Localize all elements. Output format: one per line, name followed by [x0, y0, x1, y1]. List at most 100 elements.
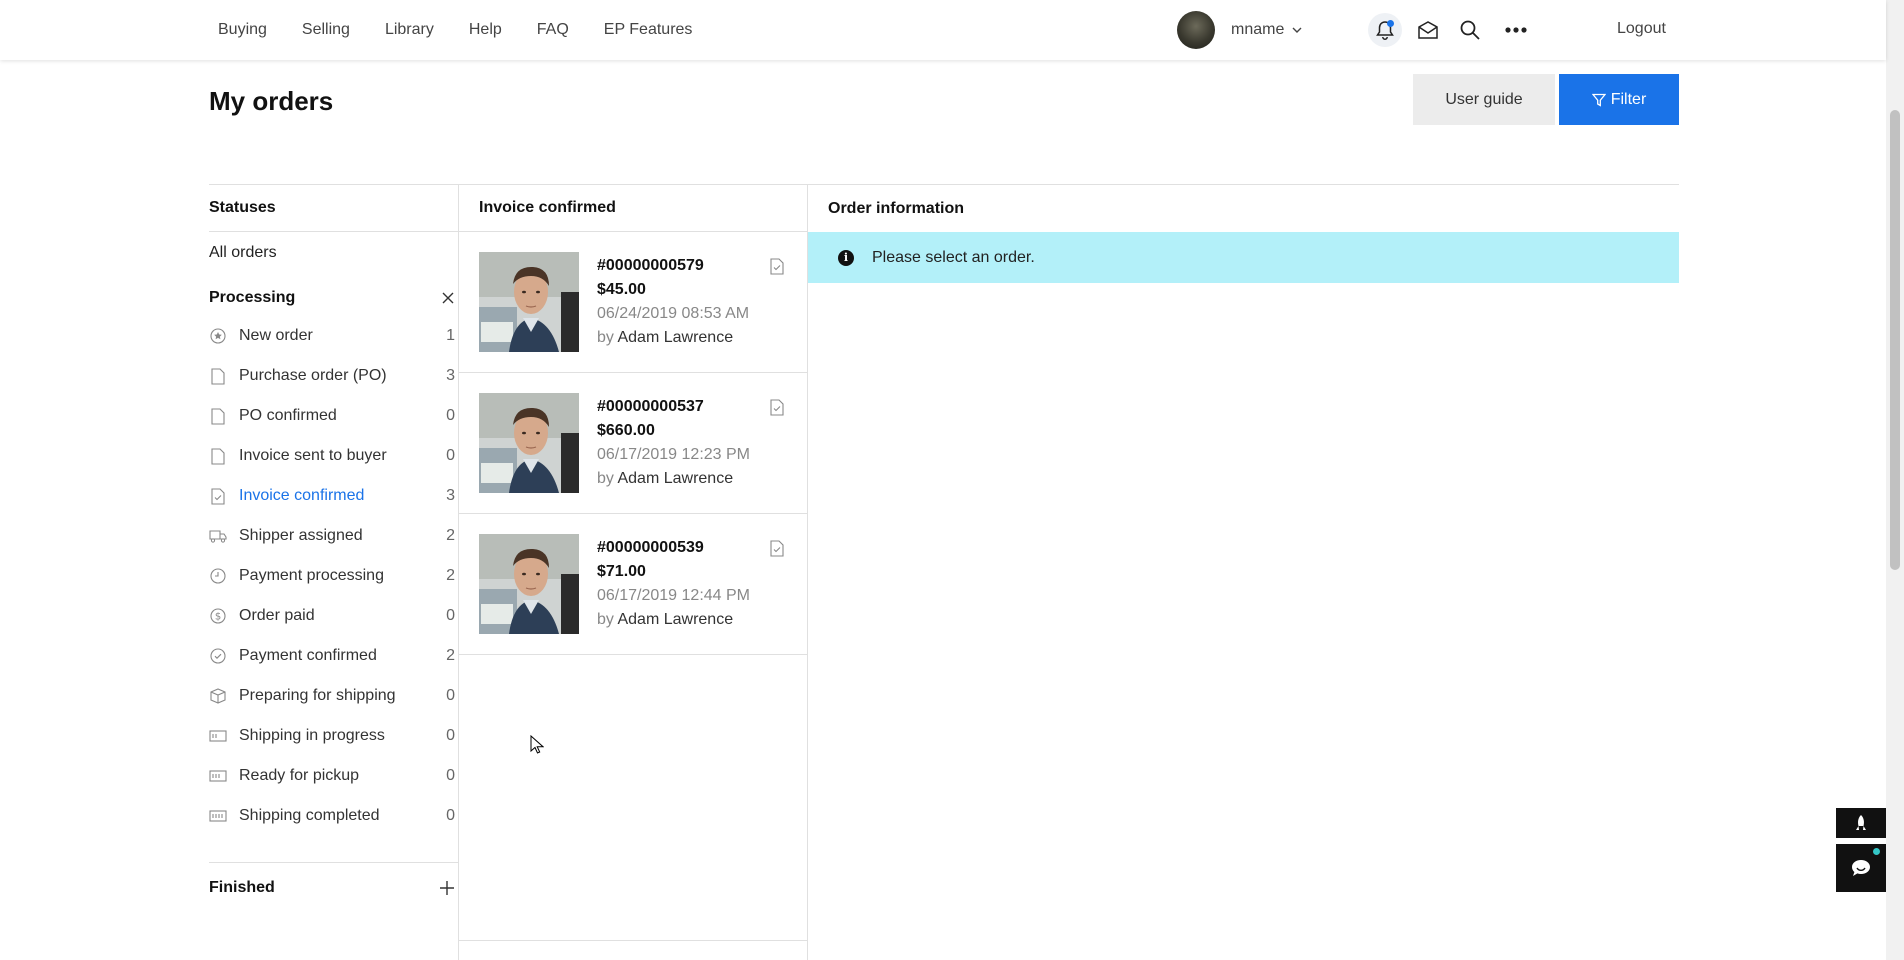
buyer-name: Adam Lawrence [617, 470, 734, 487]
messages-button[interactable] [1411, 13, 1445, 47]
nav-selling[interactable]: Selling [302, 21, 350, 39]
order-price: $660.00 [597, 422, 655, 439]
more-icon [1505, 27, 1527, 33]
order-buyer-line: by Adam Lawrence [597, 467, 750, 491]
status-label: PO confirmed [239, 407, 337, 424]
document-icon [209, 367, 227, 385]
status-item-purchase-order-po[interactable]: Purchase order (PO) 3 [209, 356, 458, 396]
filter-button[interactable]: Filter [1559, 74, 1679, 125]
more-button[interactable] [1499, 13, 1533, 47]
processing-group-header[interactable]: Processing [209, 286, 458, 310]
notifications-button[interactable] [1368, 13, 1402, 47]
status-label: Payment confirmed [239, 647, 377, 664]
status-item-new-order[interactable]: New order 1 [209, 316, 458, 356]
scrollbar-thumb[interactable] [1890, 110, 1900, 570]
order-list: #00000000579 $45.00 06/24/2019 08:53 AM by … [459, 232, 807, 655]
check-circle-icon [209, 647, 227, 665]
order-number: #00000000539 [597, 539, 704, 556]
dollar-circle-icon: $ [209, 607, 227, 625]
nav-buying[interactable]: Buying [218, 21, 267, 39]
status-count: 0 [446, 447, 455, 464]
top-navigation-bar: Buying Selling Library Help FAQ EP Featu… [0, 0, 1886, 60]
svg-text:$: $ [215, 612, 221, 623]
user-guide-button[interactable]: User guide [1413, 74, 1555, 125]
status-label: Purchase order (PO) [239, 367, 387, 384]
status-item-payment-confirmed[interactable]: Payment confirmed 2 [209, 636, 458, 676]
status-label: Shipper assigned [239, 527, 363, 544]
truck-icon [209, 527, 227, 545]
order-card[interactable]: #00000000579 $45.00 06/24/2019 08:53 AM by … [459, 232, 807, 373]
filter-button-label: Filter [1610, 90, 1647, 108]
order-buyer-line: by Adam Lawrence [597, 326, 749, 350]
document-check-icon [770, 540, 784, 557]
by-label: by [597, 611, 614, 628]
buyer-name: Adam Lawrence [617, 611, 734, 628]
status-item-invoice-confirmed[interactable]: Invoice confirmed 3 [209, 476, 458, 516]
nav-ep-features[interactable]: EP Features [604, 21, 693, 39]
order-date: 06/17/2019 12:23 PM [597, 446, 751, 463]
box-icon [209, 687, 227, 705]
order-price: $45.00 [597, 281, 646, 298]
order-product-image [479, 393, 579, 493]
status-item-ready-for-pickup[interactable]: Ready for pickup 0 [209, 756, 458, 796]
search-button[interactable] [1453, 13, 1487, 47]
status-item-payment-processing[interactable]: Payment processing 2 [209, 556, 458, 596]
plus-icon[interactable] [440, 881, 454, 895]
online-indicator [1873, 848, 1880, 855]
order-date: 06/24/2019 08:53 AM [597, 305, 750, 322]
main-nav: Buying Selling Library Help FAQ EP Featu… [218, 0, 727, 60]
nav-library[interactable]: Library [385, 21, 434, 39]
order-price: $71.00 [597, 563, 646, 580]
all-orders-link[interactable]: All orders [209, 244, 458, 274]
divider [209, 862, 458, 863]
username: mname [1231, 21, 1285, 38]
status-count: 0 [446, 407, 455, 424]
status-item-preparing-for-shipping[interactable]: Preparing for shipping 0 [209, 676, 458, 716]
order-details: #00000000579 $45.00 06/24/2019 08:53 AM by … [597, 254, 749, 350]
by-label: by [597, 329, 614, 346]
select-order-alert: i Please select an order. [808, 232, 1679, 283]
close-icon[interactable] [442, 292, 454, 304]
buyer-name: Adam Lawrence [617, 329, 734, 346]
order-product-image [479, 252, 579, 352]
chat-widget-button[interactable] [1836, 844, 1886, 892]
nav-help[interactable]: Help [469, 21, 502, 39]
status-item-shipping-completed[interactable]: Shipping completed 0 [209, 796, 458, 836]
logout-link[interactable]: Logout [1617, 20, 1666, 38]
status-item-order-paid[interactable]: $ Order paid 0 [209, 596, 458, 636]
status-label: New order [239, 327, 313, 344]
bell-icon [1376, 20, 1394, 40]
by-label: by [597, 470, 614, 487]
user-menu[interactable]: mname [1177, 11, 1302, 49]
statuses-heading: Statuses [209, 185, 458, 232]
order-information-heading: Order information [828, 199, 965, 217]
document-check-icon [770, 258, 784, 275]
order-number: #00000000537 [597, 398, 704, 415]
order-card[interactable]: #00000000539 $71.00 06/17/2019 12:44 PM by … [459, 514, 807, 655]
status-item-shipping-in-progress[interactable]: Shipping in progress 0 [209, 716, 458, 756]
status-count: 2 [446, 527, 455, 544]
processing-label: Processing [209, 289, 296, 306]
order-date: 06/17/2019 12:44 PM [597, 587, 751, 604]
status-count: 0 [446, 767, 455, 784]
order-details: #00000000539 $71.00 06/17/2019 12:44 PM by … [597, 536, 750, 632]
rocket-widget-button[interactable] [1836, 808, 1886, 838]
pagination [459, 940, 807, 960]
status-label: Order paid [239, 607, 315, 624]
status-count: 3 [446, 367, 455, 384]
status-label: Shipping in progress [239, 727, 385, 744]
status-item-shipper-assigned[interactable]: Shipper assigned 2 [209, 516, 458, 556]
status-item-po-confirmed[interactable]: PO confirmed 0 [209, 396, 458, 436]
status-label: Payment processing [239, 567, 384, 584]
nav-faq[interactable]: FAQ [537, 21, 569, 39]
rocket-icon [1856, 815, 1866, 830]
status-item-invoice-sent-to-buyer[interactable]: Invoice sent to buyer 0 [209, 436, 458, 476]
finished-group-header[interactable]: Finished [209, 879, 458, 897]
status-label: Shipping completed [239, 807, 380, 824]
document-icon [209, 407, 227, 425]
order-card[interactable]: #00000000537 $660.00 06/17/2019 12:23 PM by… [459, 373, 807, 514]
avatar [1177, 11, 1215, 49]
document-check-icon [770, 399, 784, 416]
page-scrollbar[interactable] [1886, 0, 1904, 960]
star-circle-icon [209, 327, 227, 345]
